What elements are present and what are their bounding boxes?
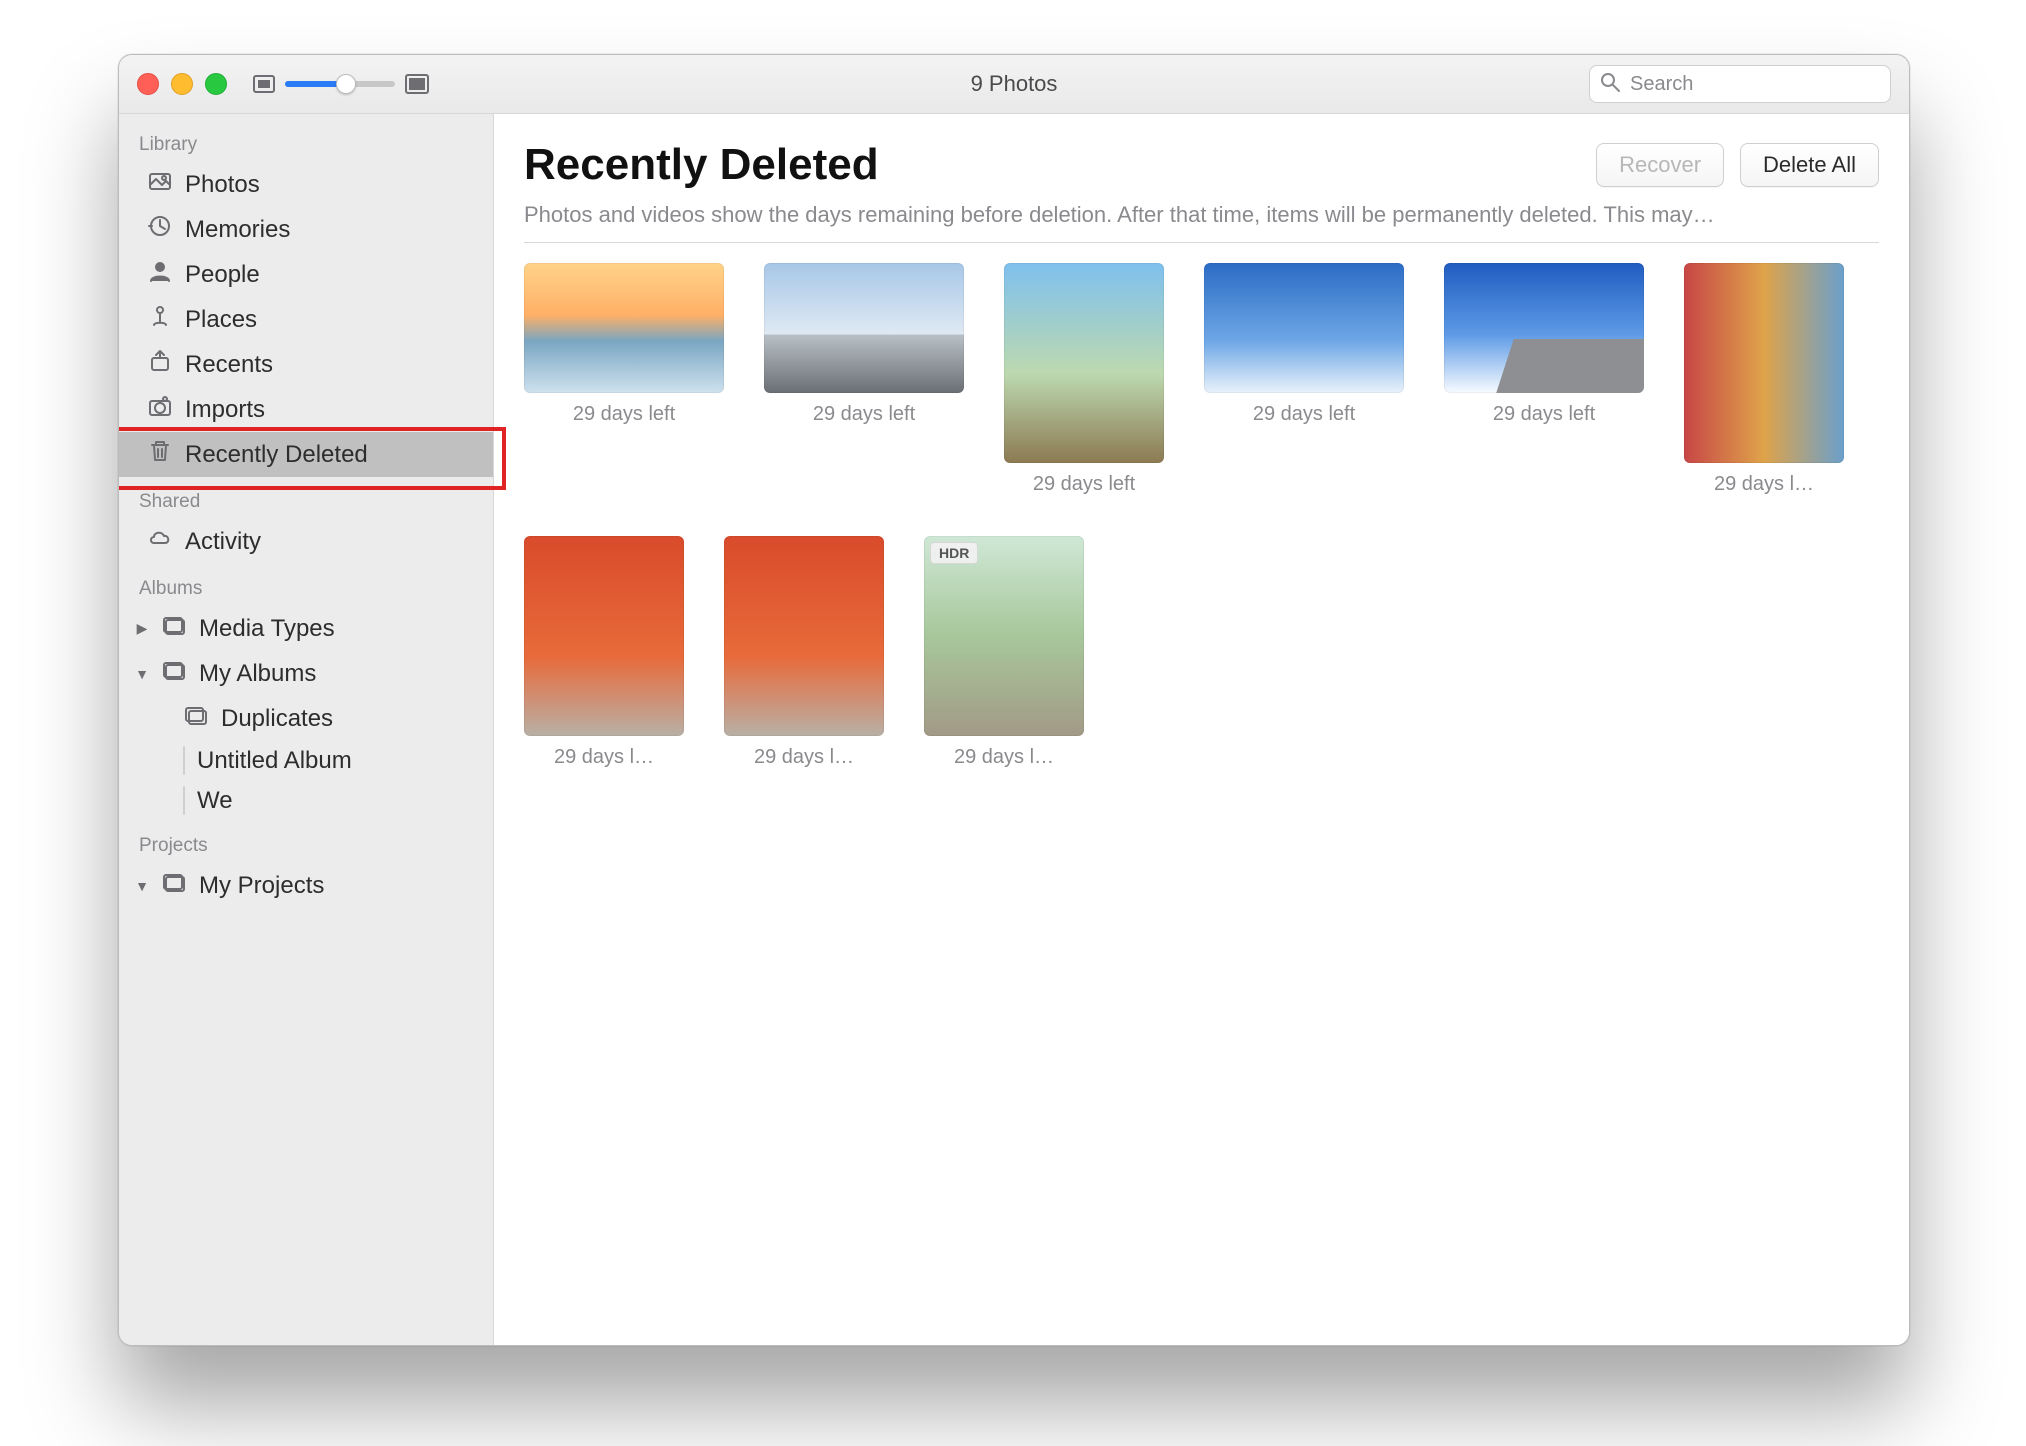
photo-caption: 29 days l… <box>554 746 654 769</box>
sidebar-item-label: Imports <box>185 396 265 424</box>
sidebar-item-photos[interactable]: Photos <box>119 162 493 207</box>
sidebar: Library Photos Memories People Places Recents… <box>119 114 494 1345</box>
sidebar-item-media-types[interactable]: ▶ Media Types <box>119 606 493 651</box>
places-icon <box>147 303 173 336</box>
sidebar-item-label: My Projects <box>199 872 324 900</box>
photo-thumbnail[interactable] <box>1444 263 1644 393</box>
thumbnail-small-icon[interactable] <box>253 75 275 93</box>
sidebar-item-label: Photos <box>185 171 260 199</box>
photo-cell[interactable]: 29 days left <box>524 263 724 496</box>
sidebar-item-recently-deleted[interactable]: Recently Deleted <box>119 432 493 477</box>
photo-caption: 29 days left <box>813 403 915 426</box>
sidebar-item-label: Media Types <box>199 615 335 643</box>
zoom-window-button[interactable] <box>205 73 227 95</box>
swatch-icon <box>183 747 185 775</box>
photo-cell[interactable]: 29 days l… <box>724 536 884 769</box>
sidebar-section-albums: Albums <box>119 564 493 606</box>
disclosure-down-icon[interactable]: ▼ <box>135 878 149 894</box>
photo-caption: 29 days left <box>1493 403 1595 426</box>
photos-app-window: 9 Photos Library Photos Memories People Plac… <box>118 54 1910 1346</box>
sidebar-item-recents[interactable]: Recents <box>119 342 493 387</box>
photo-thumbnail[interactable] <box>764 263 964 393</box>
album-group-icon <box>161 612 187 645</box>
close-window-button[interactable] <box>137 73 159 95</box>
trash-icon <box>147 438 173 471</box>
photo-cell[interactable]: 29 days left <box>1204 263 1404 496</box>
photo-caption: 29 days l… <box>954 746 1054 769</box>
hdr-badge: HDR <box>930 542 978 564</box>
photo-cell[interactable]: 29 days l… <box>524 536 684 769</box>
disclosure-right-icon[interactable]: ▶ <box>135 620 149 637</box>
memories-icon <box>147 213 173 246</box>
people-icon <box>147 258 173 291</box>
sidebar-section-library: Library <box>119 120 493 162</box>
sidebar-item-label: Untitled Album <box>197 747 352 775</box>
sidebar-item-label: Recents <box>185 351 273 379</box>
page-title: Recently Deleted <box>524 140 879 190</box>
photo-caption: 29 days left <box>573 403 675 426</box>
recover-button[interactable]: Recover <box>1596 143 1724 187</box>
sidebar-item-imports[interactable]: Imports <box>119 387 493 432</box>
cloud-icon <box>147 525 173 558</box>
sidebar-item-label: Places <box>185 306 257 334</box>
photo-cell[interactable]: 29 days left <box>1444 263 1644 496</box>
photo-cell[interactable]: 29 days left <box>764 263 964 496</box>
search-field[interactable] <box>1589 65 1891 103</box>
photo-thumbnail[interactable] <box>724 536 884 736</box>
sidebar-item-untitled-album[interactable]: Untitled Album <box>119 741 493 781</box>
album-stack-icon <box>183 702 209 735</box>
minimize-window-button[interactable] <box>171 73 193 95</box>
divider <box>524 242 1879 243</box>
photo-cell[interactable]: 29 days left <box>1004 263 1164 496</box>
sidebar-section-shared: Shared <box>119 477 493 519</box>
album-group-icon <box>161 657 187 690</box>
page-subtitle: Photos and videos show the days remainin… <box>524 202 1879 228</box>
sidebar-item-activity[interactable]: Activity <box>119 519 493 564</box>
photo-thumbnail[interactable] <box>524 536 684 736</box>
sidebar-item-label: People <box>185 261 260 289</box>
thumbnail-large-icon[interactable] <box>405 74 429 94</box>
sidebar-item-label: We <box>197 787 233 815</box>
sidebar-section-projects: Projects <box>119 821 493 863</box>
sidebar-item-label: Memories <box>185 216 290 244</box>
sidebar-item-label: Duplicates <box>221 705 333 733</box>
thumbnail-size-slider[interactable] <box>285 81 395 87</box>
sidebar-item-my-albums[interactable]: ▼ My Albums <box>119 651 493 696</box>
photo-caption: 29 days l… <box>754 746 854 769</box>
photo-thumbnail[interactable] <box>1204 263 1404 393</box>
sidebar-item-people[interactable]: People <box>119 252 493 297</box>
sidebar-item-memories[interactable]: Memories <box>119 207 493 252</box>
photo-grid: 29 days left 29 days left 29 days left 29 d… <box>524 263 1879 769</box>
sidebar-item-label: Activity <box>185 528 261 556</box>
sidebar-item-label: Recently Deleted <box>185 441 368 469</box>
sidebar-item-label: My Albums <box>199 660 316 688</box>
imports-icon <box>147 393 173 426</box>
photo-caption: 29 days left <box>1033 473 1135 496</box>
content-area: Recently Deleted Recover Delete All Phot… <box>494 114 1909 1345</box>
photo-thumbnail[interactable] <box>524 263 724 393</box>
photo-thumbnail[interactable] <box>1684 263 1844 463</box>
sidebar-item-my-projects[interactable]: ▼ My Projects <box>119 863 493 908</box>
disclosure-down-icon[interactable]: ▼ <box>135 666 149 682</box>
thumbnail-size-tool <box>253 74 429 94</box>
album-group-icon <box>161 869 187 902</box>
photo-thumbnail[interactable]: HDR <box>924 536 1084 736</box>
photo-caption: 29 days l… <box>1714 473 1814 496</box>
sidebar-item-duplicates[interactable]: Duplicates <box>119 696 493 741</box>
photo-cell[interactable]: 29 days l… <box>1684 263 1844 496</box>
swatch-icon <box>183 787 185 815</box>
search-icon <box>1600 72 1620 97</box>
sidebar-item-places[interactable]: Places <box>119 297 493 342</box>
photos-icon <box>147 168 173 201</box>
titlebar: 9 Photos <box>119 55 1909 114</box>
delete-all-button[interactable]: Delete All <box>1740 143 1879 187</box>
photo-thumbnail[interactable] <box>1004 263 1164 463</box>
window-controls <box>137 73 227 95</box>
search-input[interactable] <box>1628 72 1897 97</box>
photo-caption: 29 days left <box>1253 403 1355 426</box>
photo-cell[interactable]: HDR 29 days l… <box>924 536 1084 769</box>
sidebar-item-we[interactable]: We <box>119 781 493 821</box>
recents-icon <box>147 348 173 381</box>
